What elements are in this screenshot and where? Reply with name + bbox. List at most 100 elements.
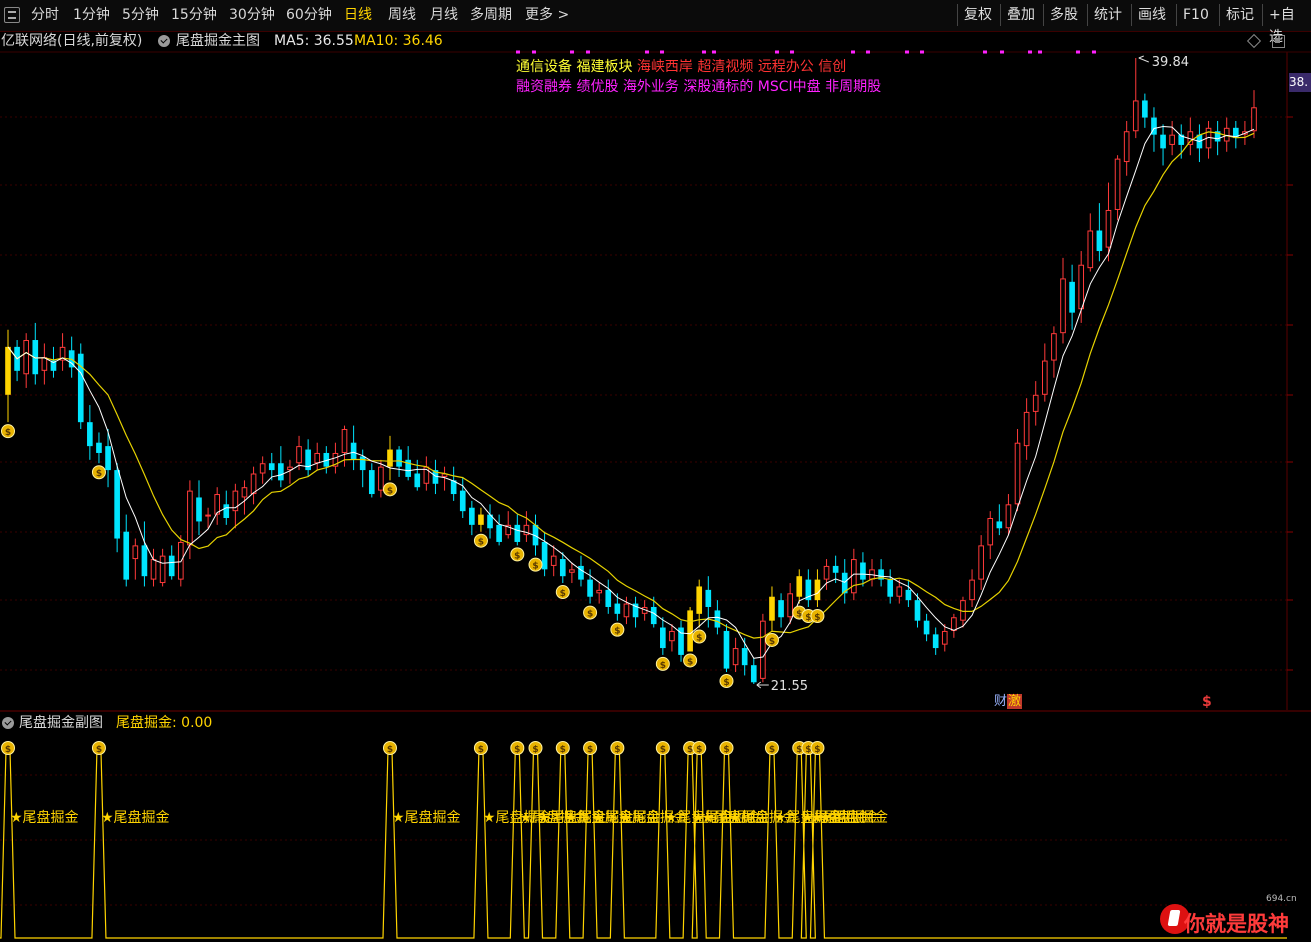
sub-signal-label: ★尾盘掘金 — [101, 809, 170, 826]
candle-body — [996, 521, 1003, 529]
candle-body — [278, 463, 284, 481]
candle-body — [932, 634, 939, 649]
candle-body — [378, 466, 384, 491]
candle-body — [978, 545, 984, 580]
watermark-logo: 你就是股神 694.cn — [1158, 894, 1306, 940]
candle-body — [987, 518, 994, 546]
sub-money-bag-glyph: $ — [587, 745, 593, 755]
candle-body — [559, 559, 566, 577]
dollar-mark[interactable]: $ — [1202, 694, 1212, 710]
money-bag-icon-glyph: $ — [769, 637, 775, 647]
candle-body — [860, 562, 866, 580]
candle-body — [350, 442, 357, 460]
candle-body — [1014, 442, 1021, 505]
candle-body — [969, 579, 975, 601]
high-arrow — [1138, 55, 1149, 63]
candle-body — [368, 470, 375, 495]
candle-body — [1032, 394, 1039, 412]
sub-money-bag-glyph: $ — [769, 745, 775, 755]
candle-body — [760, 620, 766, 679]
candle-body — [1087, 230, 1094, 269]
candle-body — [1078, 264, 1085, 310]
candle-body — [469, 507, 475, 525]
candle-body — [478, 514, 484, 525]
candle-body — [1096, 230, 1103, 252]
sub-indicator-title[interactable]: 尾盘掘金副图 — [19, 713, 103, 733]
candle-body — [1169, 134, 1175, 145]
candle-body — [496, 524, 502, 542]
candle-body — [714, 610, 721, 628]
candle-body — [1060, 278, 1066, 334]
candle-body — [660, 627, 666, 649]
candle-body — [587, 579, 593, 597]
candle-body — [669, 630, 675, 642]
candle-body — [359, 456, 366, 471]
candle-body — [596, 589, 602, 594]
candle-body — [87, 422, 93, 447]
candle-body — [159, 555, 166, 584]
candle-body — [687, 610, 693, 652]
kline-chart[interactable]: $$$$$$$$$$ $$$$$ $ $39.8421.55$★尾盘掘金$★尾盘掘金$… — [0, 0, 1311, 942]
candle-body — [1005, 504, 1012, 529]
sub-money-bag-glyph: $ — [387, 745, 393, 755]
high-price-label: 39.84 — [1152, 55, 1189, 70]
money-bag-icon-glyph: $ — [696, 634, 702, 644]
candle-body — [832, 565, 839, 573]
money-bag-icon-glyph: $ — [796, 610, 802, 620]
candle-body — [1251, 107, 1257, 132]
sub-signal-line — [0, 749, 1287, 939]
money-bag-icon-glyph: $ — [5, 428, 11, 438]
money-bag-icon-glyph: $ — [805, 613, 811, 623]
candle-body — [696, 586, 703, 614]
candle-body — [787, 593, 793, 618]
sub-money-bag-glyph: $ — [514, 745, 520, 755]
money-bag-icon-glyph: $ — [614, 627, 620, 637]
candle-body — [196, 497, 202, 522]
candle-body — [1051, 333, 1057, 361]
sub-money-bag-glyph: $ — [796, 745, 802, 755]
event-badges[interactable]: 财激 — [994, 694, 1023, 710]
candle-body — [541, 541, 548, 570]
ma5-line — [7, 125, 1255, 659]
candle-body — [250, 473, 257, 495]
sub-indicator-value: 尾盘掘金: 0.00 — [116, 715, 213, 731]
candle-body — [778, 600, 784, 618]
candle-body — [941, 630, 948, 645]
sub-money-bag-glyph: $ — [560, 745, 566, 755]
candle-body — [23, 340, 30, 375]
money-bag-icon-glyph: $ — [587, 610, 593, 620]
candle-body — [168, 555, 175, 577]
candle-body — [187, 490, 193, 546]
candle-body — [1023, 411, 1030, 447]
candle-body — [132, 545, 139, 560]
sub-money-bag-glyph: $ — [660, 745, 666, 755]
sub-money-bag-glyph: $ — [805, 745, 811, 755]
money-bag-icon-glyph: $ — [660, 661, 666, 671]
badge-ji[interactable]: 激 — [1007, 694, 1023, 709]
watermark-text: 你就是股神 — [1184, 912, 1289, 936]
money-bag-icon-glyph: $ — [687, 657, 693, 667]
sub-indicator-dropdown-icon[interactable] — [2, 717, 14, 729]
candle-body — [1132, 100, 1139, 132]
candle-body — [268, 463, 275, 471]
sub-signal-label: ★尾盘掘金 — [10, 809, 79, 826]
candle-body — [951, 617, 957, 631]
badge-cai[interactable]: 财 — [994, 694, 1007, 709]
sub-money-bag-glyph: $ — [723, 745, 729, 755]
candle-body — [396, 449, 402, 467]
candle-body — [923, 620, 930, 635]
candle-body — [1114, 158, 1121, 210]
candle-body — [741, 648, 748, 666]
low-arrow — [756, 681, 769, 689]
money-bag-icon-glyph: $ — [723, 678, 729, 688]
candle-body — [823, 565, 830, 580]
candle-body — [723, 630, 730, 669]
candle-body — [141, 545, 148, 577]
candle-body — [905, 589, 912, 601]
money-bag-icon-glyph: $ — [532, 562, 538, 572]
sub-money-bag-glyph: $ — [687, 745, 693, 755]
sub-money-bag-glyph: $ — [478, 745, 484, 755]
low-price-label: 21.55 — [771, 679, 808, 694]
candle-body — [569, 569, 575, 573]
candle-body — [732, 648, 739, 666]
